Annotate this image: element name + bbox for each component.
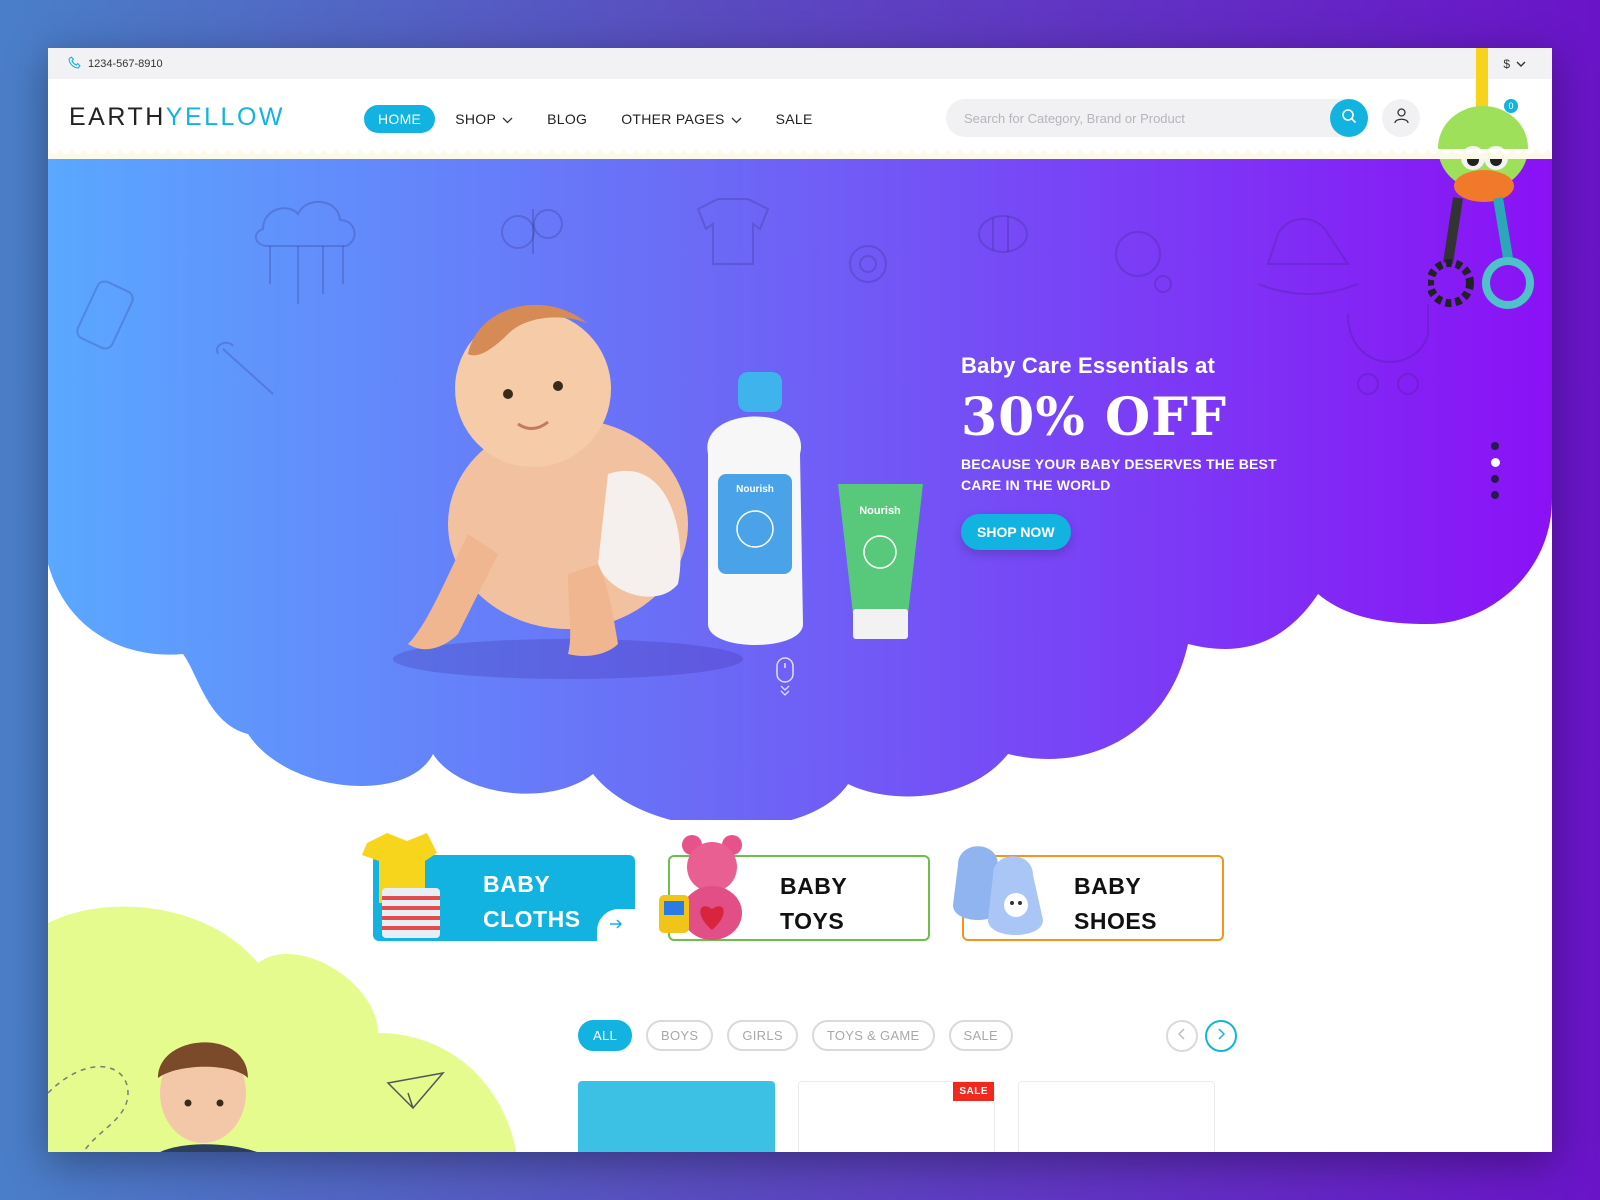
- carousel-prev-button[interactable]: [1166, 1020, 1198, 1052]
- hero-subtitle: BECAUSE YOUR BABY DESERVES THE BEST CARE…: [961, 456, 1277, 493]
- product-image: [579, 1082, 776, 1152]
- nav-home[interactable]: HOME: [364, 105, 436, 133]
- scalloped-divider: [48, 149, 1552, 159]
- bottle-brand-text: Nourish: [736, 484, 774, 495]
- product-card[interactable]: [578, 1081, 775, 1152]
- top-bar: 1234-567-8910 $: [48, 48, 1552, 79]
- hero-eyebrow: Baby Care Essentials at: [961, 353, 1216, 378]
- category-line-1: BABY: [483, 871, 551, 897]
- nav-blog[interactable]: BLOG: [533, 105, 601, 133]
- filter-all[interactable]: ALL: [578, 1020, 633, 1051]
- nav-home-label: HOME: [378, 111, 422, 127]
- nav-blog-label: BLOG: [547, 111, 588, 127]
- phone-contact: 1234-567-8910: [68, 55, 163, 72]
- phone-number: 1234-567-8910: [88, 57, 163, 70]
- chevron-left-icon: [1177, 1027, 1186, 1045]
- category-label: BABY TOYS: [780, 869, 920, 939]
- slider-dot[interactable]: [1491, 442, 1499, 450]
- main-header: EARTHYELLOW HOME SHOP BLOG OTHER PAGES S…: [48, 79, 1552, 157]
- account-button[interactable]: [1382, 99, 1420, 137]
- product-card[interactable]: SALE: [798, 1081, 995, 1152]
- sale-badge: SALE: [953, 1082, 994, 1101]
- filter-toys-game[interactable]: TOYS & GAME: [811, 1020, 935, 1051]
- product-filter-tabs: ALL BOYS GIRLS TOYS & GAME SALE: [578, 1020, 1013, 1051]
- slider-dot[interactable]: [1491, 491, 1499, 499]
- category-line-2: TOYS: [780, 908, 845, 934]
- logo-part-yellow: YELLOW: [165, 103, 285, 131]
- filter-sale[interactable]: SALE: [948, 1020, 1013, 1051]
- scroll-down-icon[interactable]: [776, 657, 794, 702]
- baby-shoes-image: [953, 846, 1043, 935]
- nav-shop-label: SHOP: [455, 111, 497, 127]
- chevron-down-icon: [502, 111, 513, 127]
- site-logo[interactable]: EARTHYELLOW: [69, 103, 285, 132]
- nav-shop[interactable]: SHOP: [441, 105, 527, 133]
- product-image: [1019, 1082, 1216, 1152]
- search-input[interactable]: [946, 110, 1330, 126]
- category-label: BABY SHOES: [1074, 869, 1214, 939]
- category-line-1: BABY: [780, 873, 848, 899]
- slider-dot[interactable]: [1491, 475, 1499, 483]
- nav-other-pages[interactable]: OTHER PAGES: [607, 105, 755, 133]
- category-line-1: BABY: [1074, 873, 1142, 899]
- carousel-next-button[interactable]: [1205, 1020, 1237, 1052]
- hero-banner: Nourish Nourish: [48, 154, 1552, 820]
- shop-now-button[interactable]: SHOP NOW: [961, 514, 1071, 550]
- arrow-right-icon: [609, 916, 623, 934]
- search-icon: [1341, 108, 1357, 129]
- baby-toys-image: [659, 835, 742, 940]
- slider-pagination: [1491, 442, 1500, 499]
- nav-other-pages-label: OTHER PAGES: [621, 111, 725, 127]
- filter-boys[interactable]: BOYS: [646, 1020, 714, 1051]
- category-card-baby-cloths[interactable]: BABY CLOTHS: [362, 833, 635, 941]
- chevron-down-icon: [731, 111, 742, 127]
- chevron-right-icon: [1217, 1027, 1226, 1045]
- logo-part-earth: EARTH: [69, 103, 166, 131]
- category-card-baby-toys[interactable]: BABY TOYS: [659, 835, 930, 941]
- browser-page: 1234-567-8910 $ EARTHYELLOW HOME SHOP BL…: [48, 48, 1552, 1152]
- search-button[interactable]: [1330, 99, 1368, 137]
- hanging-toy-decoration: [1428, 48, 1534, 309]
- filter-girls[interactable]: GIRLS: [727, 1020, 798, 1051]
- hero-text-block: Baby Care Essentials at 30% OFF BECAUSE …: [961, 353, 1321, 550]
- phone-icon: [68, 55, 81, 72]
- nav-sale-label: SALE: [775, 111, 813, 127]
- category-line-2: SHOES: [1074, 908, 1158, 934]
- slider-dot-active[interactable]: [1491, 458, 1500, 467]
- tube-brand-text: Nourish: [859, 505, 901, 517]
- product-card[interactable]: [1018, 1081, 1215, 1152]
- baby-cloths-image: [362, 833, 440, 938]
- main-nav: HOME SHOP BLOG OTHER PAGES SALE: [364, 105, 827, 133]
- category-card-baby-shoes[interactable]: BABY SHOES: [953, 846, 1224, 941]
- nav-sale[interactable]: SALE: [762, 105, 827, 133]
- search-bar: [946, 99, 1368, 137]
- user-icon: [1393, 107, 1410, 129]
- hero-headline: 30% OFF: [961, 387, 1228, 448]
